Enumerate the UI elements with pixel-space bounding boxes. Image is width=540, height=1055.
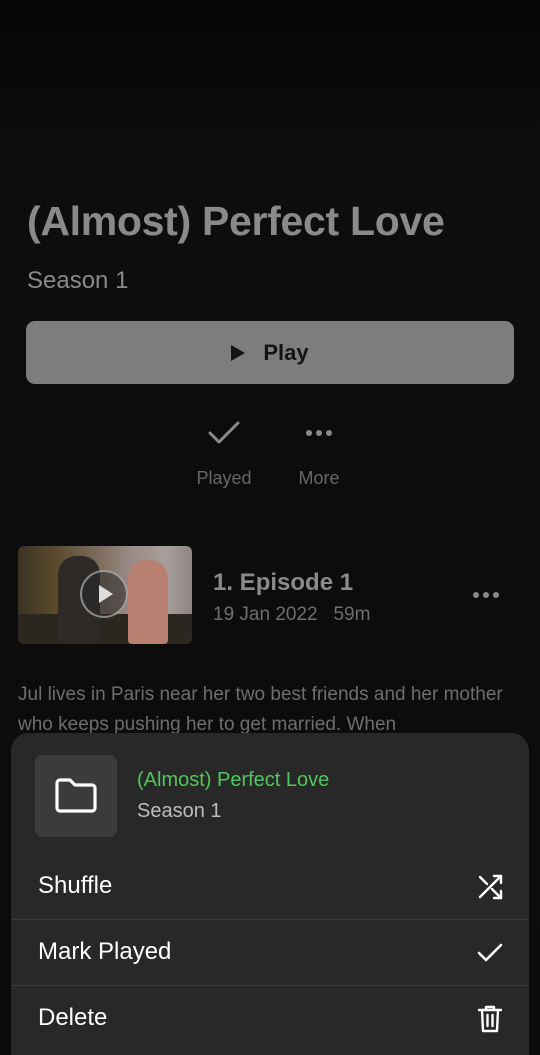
shuffle-icon (474, 871, 506, 903)
episode-meta: 19 Jan 2022 59m (213, 604, 370, 626)
sheet-subtitle: Season 1 (137, 800, 222, 822)
check-icon (474, 937, 506, 969)
page-title: (Almost) Perfect Love (27, 198, 445, 244)
check-icon (179, 416, 269, 450)
shuffle-label: Shuffle (38, 872, 113, 899)
trash-icon (474, 1003, 506, 1035)
delete-label: Delete (38, 1004, 108, 1031)
episode-date: 19 Jan 2022 (213, 604, 318, 625)
more-button[interactable]: More (274, 416, 364, 489)
play-button[interactable]: Play (26, 321, 514, 384)
episode-thumbnail[interactable] (18, 546, 192, 644)
played-label: Played (196, 468, 252, 488)
episode-more-icon[interactable] (468, 584, 504, 606)
action-sheet: (Almost) Perfect Love Season 1 Shuffle M… (11, 733, 529, 1055)
mark-played-label: Mark Played (38, 938, 172, 965)
thumbnail-play-icon[interactable] (80, 570, 128, 618)
sheet-title: (Almost) Perfect Love (137, 769, 330, 791)
mark-played-button[interactable]: Mark Played (11, 920, 529, 986)
play-button-label: Play (263, 339, 309, 365)
delete-button[interactable]: Delete (11, 986, 529, 1052)
episode-title[interactable]: 1. Episode 1 (213, 569, 353, 597)
folder-icon (55, 778, 97, 813)
shuffle-button[interactable]: Shuffle (11, 854, 529, 920)
more-label: More (298, 468, 340, 488)
folder-thumbnail (35, 755, 117, 837)
more-icon (274, 416, 364, 450)
episode-duration: 59m (333, 604, 371, 625)
play-icon (231, 344, 246, 361)
played-button[interactable]: Played (179, 416, 269, 489)
episode-description: Jul lives in Paris near her two best fri… (18, 684, 503, 735)
season-label: Season 1 (27, 267, 129, 294)
